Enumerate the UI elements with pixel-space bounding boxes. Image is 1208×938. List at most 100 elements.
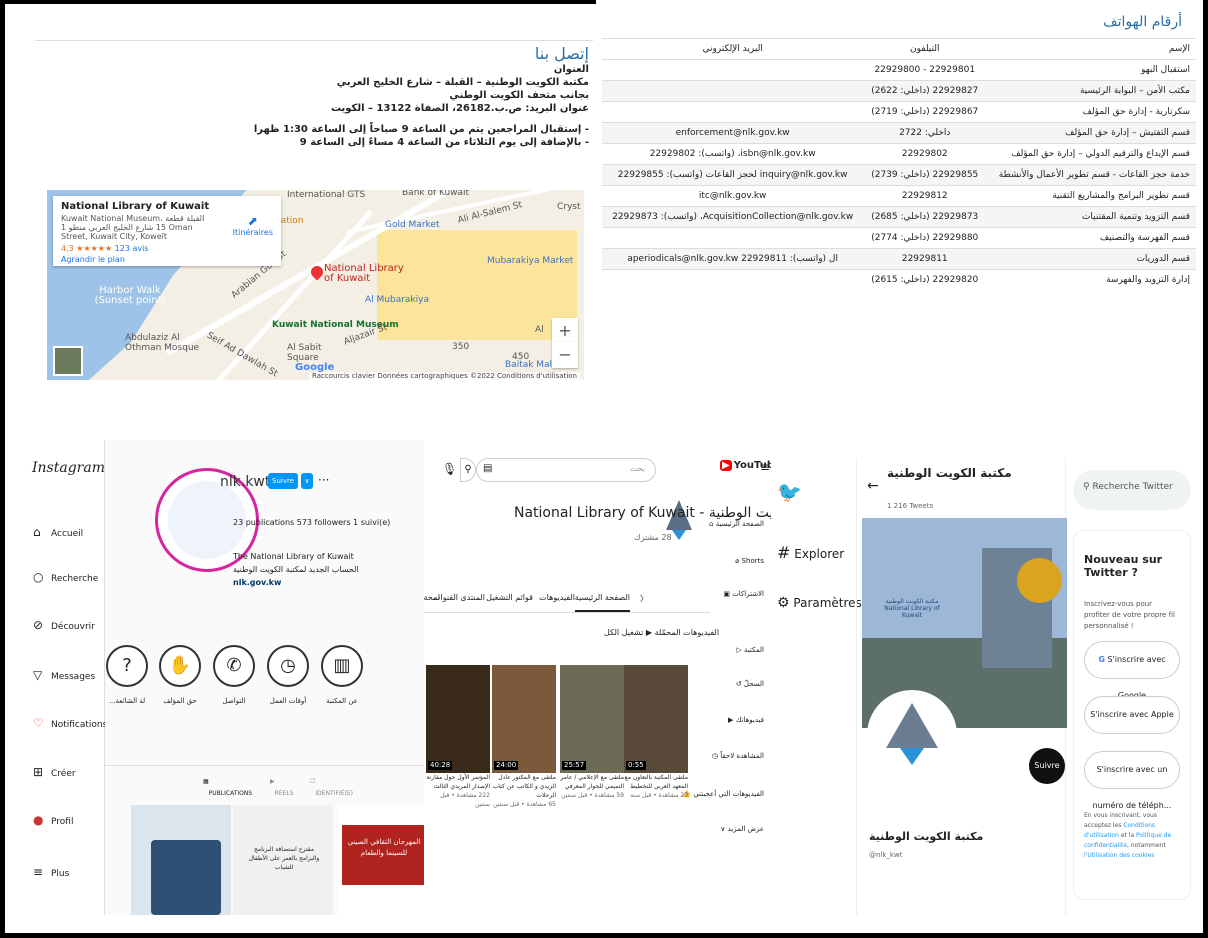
map-label: International GTS: [287, 190, 366, 200]
phones-section: أرقام الهواتف الإسم التيلفون البريد الإل…: [596, 0, 1196, 395]
tab-home[interactable]: الصفحة الرئيسية: [574, 593, 630, 612]
reviews-link[interactable]: 123 avis: [115, 244, 149, 253]
email-cell[interactable]: isbn@nlk.gov.kw، (واتسب): 22929802: [602, 143, 864, 165]
nav-settings[interactable]: ⚙ Paramètres: [777, 595, 862, 611]
table-row: مكتب الأمن – البوابة الرئيسية 22929827 (د…: [602, 80, 1196, 102]
nav-home[interactable]: ⌂ Accueil: [33, 525, 83, 539]
tab-reels[interactable]: ▶ REELS: [270, 778, 294, 797]
more-options-icon[interactable]: ···: [318, 473, 329, 487]
sidebar-item-show-more[interactable]: عرض المزيد ∨: [720, 825, 764, 833]
name-cell: قسم الإيداع والترقيم الدولي – إدارة حق ا…: [986, 143, 1196, 165]
uploads-section-title[interactable]: الفيديوهات المحمّلة ▶ تشغيل الكل: [604, 628, 719, 637]
phone-signup-button[interactable]: S'inscrire avec un numéro de téléph...: [1084, 751, 1180, 810]
sidebar-item-shorts[interactable]: Shorts ⌀: [735, 557, 764, 565]
instagram-profile: nlk.kwt Suivre ∨ ··· 23 publications 573…: [105, 440, 424, 915]
book-icon: ▥: [321, 645, 363, 687]
follow-button[interactable]: Suivre: [268, 473, 298, 489]
email-cell[interactable]: enforcement@nlk.gov.kw: [602, 122, 864, 144]
follow-button[interactable]: Suivre: [1029, 748, 1065, 784]
highlight[interactable]: ? ...لة الشائعة: [105, 645, 149, 705]
google-icon: G: [1098, 655, 1105, 664]
tab-community[interactable]: المنتدى: [460, 593, 485, 602]
subscriber-count: 28 مشترك: [634, 533, 672, 542]
sidebar-item-history[interactable]: السجلّ ↺: [736, 680, 764, 688]
sidebar-item-subscriptions[interactable]: الاشتراكات ▣: [723, 590, 764, 598]
sidebar-item-library[interactable]: المكتبة ▷: [736, 646, 764, 654]
sidebar-item-liked[interactable]: الفيديوهات التي أعجبتني 👍: [682, 790, 764, 798]
enlarge-map-link[interactable]: Agrandir le plan: [61, 255, 273, 264]
nav-explore[interactable]: ⊘ Découvrir: [33, 618, 95, 632]
place-card: National Library of Kuwait Kuwait Nation…: [53, 196, 281, 266]
google-map[interactable]: International GTS Bank of Kuwait Slider …: [47, 190, 584, 380]
twitter-logo-icon[interactable]: 🐦: [777, 480, 802, 504]
column-header: التيلفون: [863, 38, 987, 60]
compass-icon: ⊘: [33, 618, 44, 632]
google-signup-button[interactable]: G S'inscrire avec Google: [1084, 641, 1180, 700]
search-icon: ⚲: [1083, 482, 1090, 492]
tab-videos[interactable]: الفيديوهات: [539, 593, 575, 602]
post-thumbnail[interactable]: المهرجان الثقافي الصيني للسينما والطعام: [337, 805, 424, 915]
phones-title: أرقام الهواتف: [1103, 14, 1182, 30]
nav-explore[interactable]: # Explorer: [777, 543, 844, 562]
sidebar-item-watch-later[interactable]: المشاهدة لاحقاً ◷: [712, 752, 764, 760]
profile-username: nlk.kwt: [220, 474, 271, 490]
profile-name: مكتبة الكويت الوطنية: [869, 830, 984, 843]
table-row: استقبال البهو 22929801 - 22929800: [602, 59, 1196, 81]
map-attribution[interactable]: Raccourcis clavier Données cartographiqu…: [309, 372, 580, 380]
tab-tagged[interactable]: ☐ IDENTIFIÉ(E): [310, 778, 353, 797]
email-cell[interactable]: itc@nlk.gov.kw: [602, 185, 864, 207]
email-cell[interactable]: ال (واتسب): 22929811 aperiodicals@nlk.go…: [602, 248, 864, 270]
twitter-profile: ← مكتبة الكويت الوطنية 1 216 Tweets مكتب…: [856, 458, 1067, 915]
microphone-icon[interactable]: 🎙: [442, 462, 457, 476]
highlight[interactable]: ◷ أوقات العمل: [266, 645, 310, 705]
search-input[interactable]: بحث ▤: [476, 458, 656, 482]
name-cell: قسم الدوريات: [986, 248, 1196, 270]
tab-about[interactable]: لمحة: [424, 593, 440, 602]
map-label-nlk[interactable]: National Library of Kuwait: [324, 264, 404, 284]
nav-messages[interactable]: ▽ Messages: [33, 668, 95, 682]
post-thumbnail[interactable]: مقترح استضافة البرنامج والبرامج بالعمر ع…: [233, 805, 333, 915]
search-icon[interactable]: ⚲: [460, 458, 476, 482]
nav-more[interactable]: ≡ Plus: [33, 865, 69, 879]
chevron-down-icon[interactable]: ∨: [301, 473, 313, 489]
menu-icon[interactable]: ≡: [760, 460, 770, 474]
avatar[interactable]: [867, 690, 957, 780]
chevron-left-icon[interactable]: 〈: [640, 593, 648, 604]
instagram-logo[interactable]: Instagram: [32, 460, 105, 476]
column-header: البريد الإلكتروني: [602, 38, 864, 60]
sidebar-item-your-videos[interactable]: فيديوهاتك ▶: [728, 716, 764, 724]
zoom-in-button[interactable]: +: [552, 318, 578, 344]
email-cell[interactable]: inquiry@nlk.gov.kw لحجز القاعات (واتسب):…: [602, 164, 864, 186]
email-cell: [602, 269, 864, 290]
search-input[interactable]: ⚲ Recherche Twitter: [1073, 470, 1191, 510]
video-card[interactable]: 24:00 ملتقى مع المكتور عادل الزيدي و الكا…: [492, 665, 556, 808]
tweet-count: 1 216 Tweets: [887, 502, 934, 510]
bio-link[interactable]: nlk.gov.kw: [233, 576, 359, 589]
address-line: مكتبة الكويت الوطنية – القبلة – شارع الخ…: [336, 77, 589, 88]
gear-icon: ⚙: [777, 595, 790, 611]
directions-button[interactable]: ⬈ Itinéraires: [233, 214, 273, 237]
map-label: Bank of Kuwait: [402, 190, 470, 198]
zoom-out-button[interactable]: −: [552, 342, 578, 368]
nav-profile[interactable]: ● Profil: [33, 813, 73, 827]
satellite-toggle[interactable]: [53, 346, 83, 376]
video-card[interactable]: 0:55 ملتقى المكتبة بالتعاون مع المعهد الع…: [624, 665, 688, 799]
tab-publications[interactable]: ▦ PUBLICATIONS: [203, 778, 252, 797]
video-card[interactable]: 40:28 المؤتمر الأول حول مقارنة الإصدار ال…: [426, 665, 490, 808]
nav-search[interactable]: ○ Recherche: [33, 570, 98, 584]
highlight[interactable]: ✆ التواصل: [212, 645, 256, 705]
sidebar-item-home[interactable]: الصفحة الرئيسية ⌂: [709, 520, 764, 528]
frame-bottom: [0, 933, 1208, 938]
nav-notifications[interactable]: ♡ Notifications: [33, 716, 107, 730]
apple-signup-button[interactable]: S'inscrire avec Apple: [1084, 696, 1180, 734]
phone-cell: 22929867 (داخلي: 2719): [863, 101, 987, 123]
back-arrow-icon[interactable]: ←: [867, 478, 879, 494]
cookies-link[interactable]: l'Utilisation des cookies: [1084, 852, 1154, 859]
post-thumbnail[interactable]: [131, 805, 231, 915]
nav-create[interactable]: ⊞ Créer: [33, 765, 76, 779]
video-card[interactable]: 25:57 ملتقى مع الإعلامي / عامر التميمي لل…: [560, 665, 624, 799]
highlight[interactable]: ▥ عن المكتبة: [320, 645, 364, 705]
highlight[interactable]: ✋ حق المؤلف: [158, 645, 202, 705]
email-cell[interactable]: AcquisitionCollection@nlk.gov.kw، (واتسب…: [602, 206, 864, 228]
tab-playlists[interactable]: قوائم التشغيل: [486, 593, 533, 602]
